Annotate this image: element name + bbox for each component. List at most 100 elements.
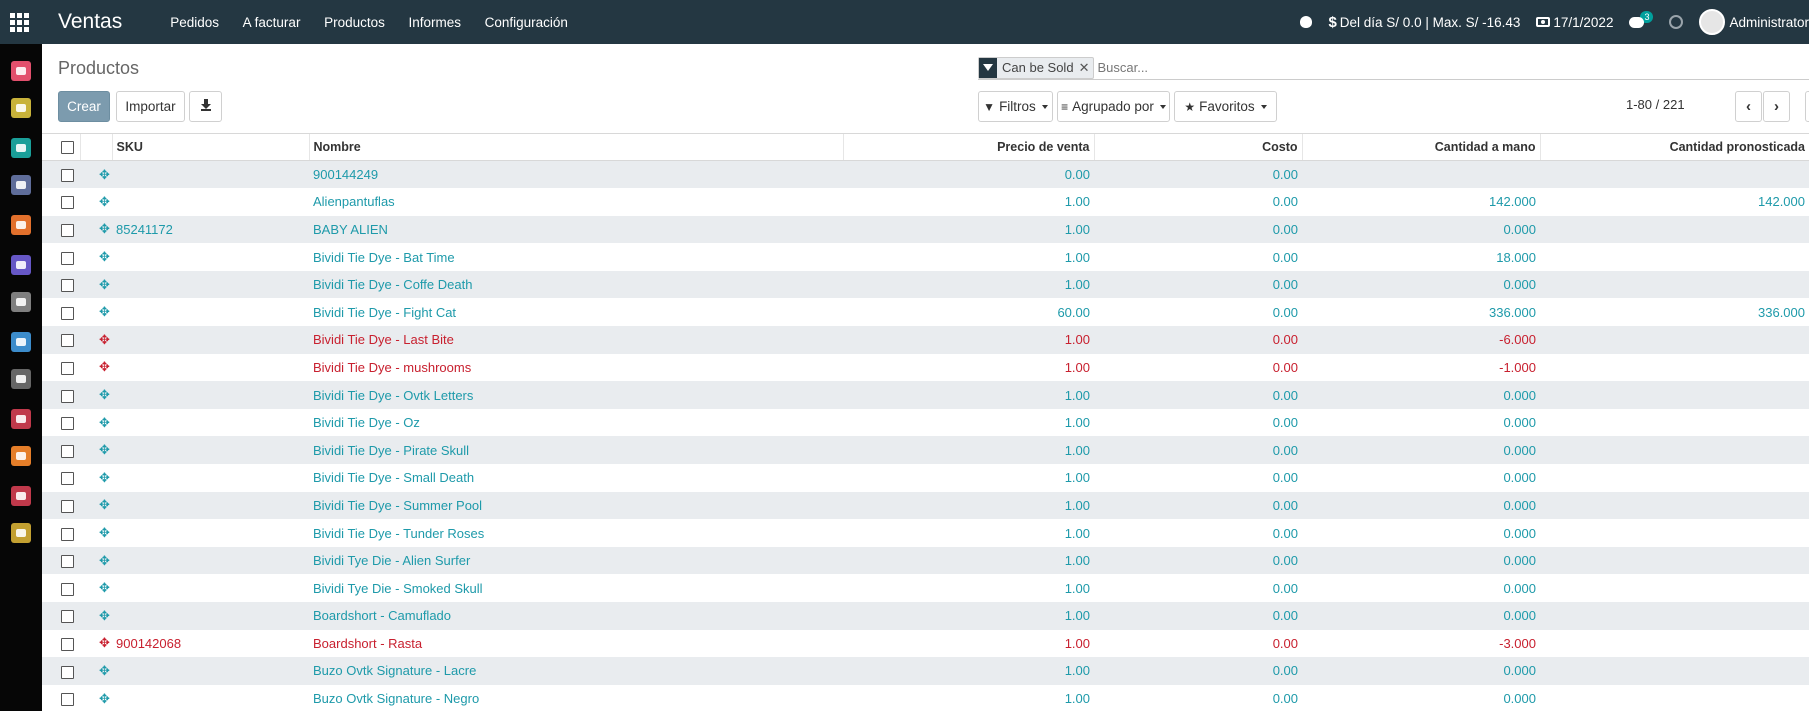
row-checkbox[interactable] — [61, 527, 74, 541]
row-checkbox[interactable] — [61, 417, 74, 431]
drag-handle-icon[interactable]: ✥ — [99, 415, 110, 431]
drag-handle-icon[interactable]: ✥ — [99, 525, 110, 541]
row-checkbox[interactable] — [61, 665, 74, 679]
drag-handle-icon[interactable]: ✥ — [99, 663, 110, 679]
store-icon[interactable] — [11, 292, 31, 312]
table-row[interactable]: ✥ Bividi Tie Dye - Pirate Skull 1.00 0.00 0.… — [42, 436, 1809, 465]
pager-next-button[interactable]: › — [1763, 91, 1790, 122]
cogs-icon[interactable] — [11, 486, 31, 506]
drag-handle-icon[interactable]: ✥ — [99, 608, 110, 624]
drag-handle-icon[interactable]: ✥ — [99, 635, 110, 651]
favorites-dropdown[interactable]: ★ Favoritos — [1174, 91, 1277, 122]
cash-register-info[interactable]: $ Del día S/ 0.0 | Max. S/ -16.43 — [1328, 14, 1520, 31]
search-input[interactable] — [1097, 60, 1598, 75]
drag-handle-icon[interactable]: ✥ — [99, 277, 110, 293]
table-row[interactable]: ✥ 900144249 0.00 0.00 — [42, 160, 1809, 189]
chat-icon[interactable] — [11, 61, 31, 81]
menu-item-productos[interactable]: Productos — [324, 15, 385, 30]
menu-item-a-facturar[interactable]: A facturar — [243, 15, 301, 30]
drag-handle-icon[interactable]: ✥ — [99, 249, 110, 265]
table-row[interactable]: ✥ 85241172 BABY ALIEN 1.00 0.00 0.000 — [42, 215, 1809, 244]
view-switcher-button[interactable] — [1805, 91, 1809, 122]
apps-menu-icon[interactable] — [0, 0, 38, 44]
select-all-checkbox[interactable] — [61, 141, 74, 155]
row-checkbox[interactable] — [61, 555, 74, 569]
drag-handle-icon[interactable]: ✥ — [99, 359, 110, 375]
table-row[interactable]: ✥ 900142068 Boardshort - Rasta 1.00 0.00 -3.0… — [42, 630, 1809, 658]
column-header-cantidad-pronosticada[interactable]: Cantidad pronosticada — [1539, 133, 1809, 161]
row-checkbox[interactable] — [61, 334, 74, 348]
row-checkbox[interactable] — [61, 472, 74, 486]
menu-item-pedidos[interactable]: Pedidos — [170, 15, 219, 30]
row-checkbox[interactable] — [61, 306, 74, 320]
row-checkbox[interactable] — [61, 610, 74, 624]
table-row[interactable]: ✥ Boardshort - Camuflado 1.00 0.00 0.000 — [42, 602, 1809, 630]
row-checkbox[interactable] — [61, 169, 74, 183]
handshake-icon[interactable] — [11, 175, 31, 195]
drag-handle-icon[interactable]: ✥ — [99, 332, 110, 348]
remove-facet-icon[interactable]: ✕ — [1079, 58, 1094, 78]
card-icon[interactable] — [11, 332, 31, 352]
chart-icon[interactable] — [11, 215, 31, 235]
settings-icon[interactable] — [11, 523, 31, 543]
debug-bug-icon[interactable] — [1300, 16, 1313, 28]
pager-value[interactable]: 1-80 / 221 — [1626, 97, 1685, 112]
menu-item-configuracion[interactable]: Configuración — [485, 15, 568, 30]
messages-button[interactable]: 3 — [1629, 11, 1654, 28]
column-header-cantidad-mano[interactable]: Cantidad a mano — [1301, 133, 1540, 161]
clipboard-icon[interactable] — [11, 446, 31, 466]
row-checkbox[interactable] — [61, 582, 74, 596]
drag-handle-icon[interactable]: ✥ — [99, 442, 110, 458]
box-icon[interactable] — [11, 409, 31, 429]
table-row[interactable]: ✥ Buzo Ovtk Signature - Negro 1.00 0.00 0.00… — [42, 685, 1809, 711]
drag-handle-icon[interactable]: ✥ — [99, 221, 110, 237]
link-icon[interactable] — [11, 369, 31, 389]
drag-handle-icon[interactable]: ✥ — [99, 194, 110, 210]
filters-dropdown[interactable]: ▼ Filtros — [978, 91, 1053, 122]
row-checkbox[interactable] — [61, 693, 74, 707]
table-row[interactable]: ✥ Bividi Tie Dye - Small Death 1.00 0.00 0.0… — [42, 464, 1809, 492]
row-checkbox[interactable] — [61, 251, 74, 265]
drag-handle-icon[interactable]: ✥ — [99, 497, 110, 513]
menu-item-informes[interactable]: Informes — [408, 15, 461, 30]
table-row[interactable]: ✥ Bividi Tye Die - Alien Surfer 1.00 0.00 0.… — [42, 546, 1809, 575]
table-row[interactable]: ✥ Bividi Tie Dye - Ovtk Letters 1.00 0.00 0.… — [42, 381, 1809, 409]
drag-handle-icon[interactable]: ✥ — [99, 304, 110, 320]
drag-handle-icon[interactable]: ✥ — [99, 580, 110, 596]
contacts-icon[interactable] — [11, 138, 31, 158]
table-row[interactable]: ✥ Bividi Tie Dye - Oz 1.00 0.00 0.000 — [42, 409, 1809, 437]
drag-handle-icon[interactable]: ✥ — [99, 167, 110, 183]
pager-previous-button[interactable]: ‹ — [1735, 91, 1762, 122]
row-checkbox[interactable] — [61, 224, 74, 238]
row-checkbox[interactable] — [61, 279, 74, 293]
table-row[interactable]: ✥ Bividi Tie Dye - Fight Cat 60.00 0.00 336.… — [42, 298, 1809, 326]
table-row[interactable]: ✥ Bividi Tye Die - Smoked Skull 1.00 0.00 0.… — [42, 574, 1809, 602]
app-title[interactable]: Ventas — [58, 10, 122, 34]
row-checkbox[interactable] — [61, 389, 74, 403]
row-checkbox[interactable] — [61, 637, 74, 651]
import-button[interactable]: Importar — [116, 91, 185, 122]
column-header-nombre[interactable]: Nombre — [308, 133, 843, 161]
table-row[interactable]: ✥ Alienpantuflas 1.00 0.00 142.000 142.000 — [42, 188, 1809, 216]
table-row[interactable]: ✥ Bividi Tie Dye - Last Bite 1.00 0.00 -6.00… — [42, 326, 1809, 354]
date-widget[interactable]: 17/1/2022 — [1536, 15, 1613, 30]
user-menu[interactable]: Administrator — [1699, 9, 1809, 35]
table-row[interactable]: ✥ Bividi Tie Dye - Coffe Death 1.00 0.00 0.0… — [42, 270, 1809, 299]
create-button[interactable]: Crear — [58, 91, 110, 122]
row-checkbox[interactable] — [61, 196, 74, 210]
table-row[interactable]: ✥ Bividi Tie Dye - Bat Time 1.00 0.00 18.000 — [42, 243, 1809, 271]
export-button[interactable] — [189, 91, 222, 122]
drag-handle-icon[interactable]: ✥ — [99, 470, 110, 486]
row-checkbox[interactable] — [61, 444, 74, 458]
table-row[interactable]: ✥ Bividi Tie Dye - mushrooms 1.00 0.00 -1.00… — [42, 354, 1809, 382]
calendar-icon[interactable] — [11, 98, 31, 118]
odoo-icon[interactable] — [11, 255, 31, 275]
drag-handle-icon[interactable]: ✥ — [99, 387, 110, 403]
activities-button[interactable] — [1669, 15, 1684, 29]
table-row[interactable]: ✥ Bividi Tie Dye - Tunder Roses 1.00 0.00 0.… — [42, 519, 1809, 547]
column-header-costo[interactable]: Costo — [1093, 133, 1302, 161]
table-row[interactable]: ✥ Bividi Tie Dye - Summer Pool 1.00 0.00 0.0… — [42, 491, 1809, 520]
row-checkbox[interactable] — [61, 499, 74, 513]
column-header-sku[interactable]: SKU — [111, 133, 309, 161]
column-header-precio-venta[interactable]: Precio de venta — [842, 133, 1094, 161]
